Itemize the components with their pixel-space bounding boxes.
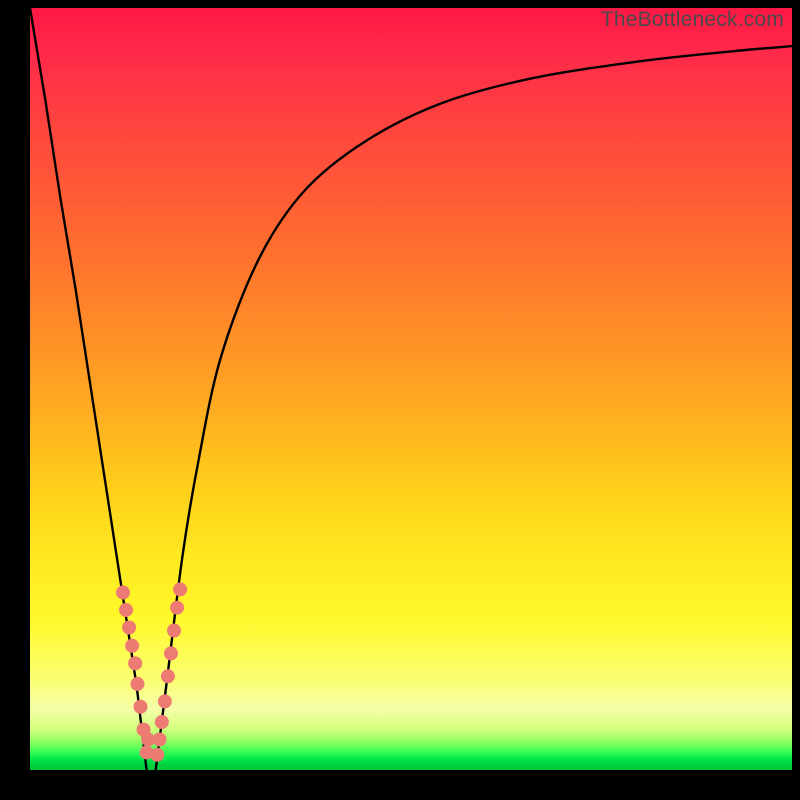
left-branch-line: [30, 8, 147, 770]
marker-dot: [161, 669, 175, 683]
marker-dot: [167, 624, 181, 638]
marker-dot: [155, 715, 169, 729]
marker-dot: [122, 621, 136, 635]
marker-dot: [116, 585, 130, 599]
marker-dot: [130, 677, 144, 691]
curve-overlay: [30, 8, 792, 770]
chart-frame: TheBottleneck.com: [0, 0, 800, 800]
marker-dot: [164, 646, 178, 660]
marker-dot: [150, 748, 164, 762]
right-branch-line: [156, 46, 792, 770]
marker-dot: [125, 639, 139, 653]
marker-dot: [119, 603, 133, 617]
plot-area: TheBottleneck.com: [30, 8, 792, 770]
marker-dot: [173, 582, 187, 596]
marker-dot: [170, 601, 184, 615]
marker-dot: [158, 694, 172, 708]
marker-dot: [128, 656, 142, 670]
marker-dot: [153, 733, 167, 747]
marker-cluster: [116, 582, 187, 761]
marker-dot: [133, 700, 147, 714]
